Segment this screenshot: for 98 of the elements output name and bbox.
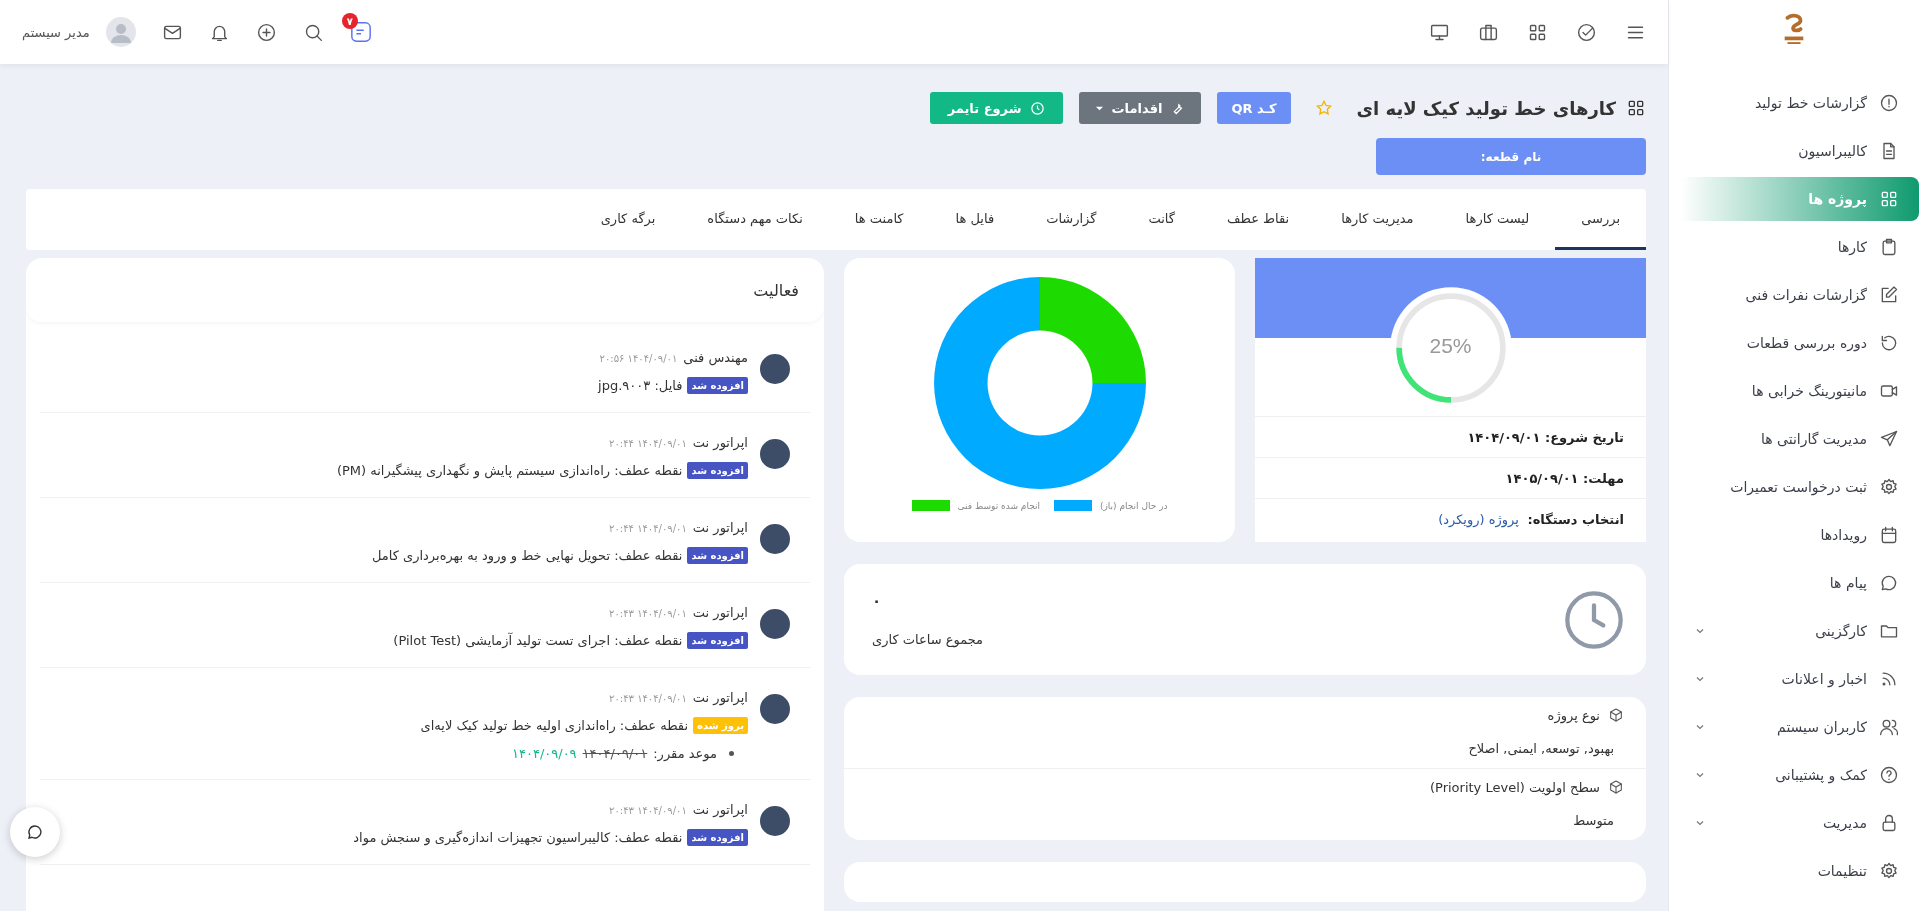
tab[interactable]: نقاط عطف [1201,189,1316,250]
chat-bubble-icon [26,823,44,841]
plus-circle-icon[interactable] [255,21,277,43]
gear-icon [1879,477,1899,497]
part-name-bar: نام قطعه: [1376,138,1646,175]
hours-label: مجموع ساعات کاری [872,632,984,647]
info-label: نوع پروژه [1547,707,1600,723]
sidebar-item[interactable]: رویدادها [1681,513,1919,557]
tab[interactable]: فایل ها [929,189,1021,250]
sidebar-item[interactable]: ثبت درخواست تعمیرات [1681,465,1919,509]
activity-title: فعالیت [753,280,799,300]
check-circle-icon[interactable] [1576,21,1597,43]
star-icon[interactable] [1314,99,1333,117]
grid-icon [1626,98,1646,118]
sidebar-item[interactable]: مانیتورینگ خرابی ها [1681,369,1919,413]
progress-percent: 25% [1429,334,1472,358]
status-badge: بروز شده [693,717,748,734]
status-badge: افزوده شد [687,547,748,564]
legend-label: در حال انجام (باز) [1099,500,1168,511]
settings-icon [1879,861,1899,881]
sidebar-item[interactable]: کارگزینی [1681,609,1919,653]
change-label: موعد مقرر: [653,746,717,761]
rotate-icon [1879,333,1899,353]
info-label: سطح اولویت (Priority Level) [1429,779,1600,795]
old-date: ۱۴۰۴/۰۹/۰۱ [582,746,648,761]
sidebar-item[interactable]: گزارشات خط تولید [1681,81,1919,125]
tab[interactable]: لیست کارها [1439,189,1556,250]
avatar-placeholder [760,354,790,384]
device-link[interactable]: پروژه (رویکرد) [1438,511,1519,527]
status-badge: افزوده شد [687,829,748,846]
actions-button[interactable]: اقدامات [1078,92,1202,124]
chat-button[interactable] [10,807,60,857]
tab[interactable]: برگه کاری [574,189,682,250]
info-value: بهبود, توسعه, ایمنی, اصلاح [1467,741,1615,756]
user-name: اپراتور نت [692,690,748,705]
activity-text: فایل: ۹۰۰۳.jpg [598,378,683,393]
timestamp: ۱۴۰۴/۰۹/۰۱ ۲۰:۴۴ [609,438,687,449]
info-text: انتخاب دستگاه: پروژه (رویکرد) [1438,511,1624,527]
sidebar-item[interactable]: مدیریت [1681,801,1919,845]
user-name: مهندس فنی [683,350,748,365]
sidebar-item[interactable]: کارها [1681,225,1919,269]
paper-plane-icon [1879,429,1899,449]
status-badge: افزوده شد [687,462,748,479]
avatar-placeholder [760,806,790,836]
sidebar-item[interactable]: اخبار و اعلانات [1681,657,1919,701]
avatar-placeholder [760,694,790,724]
user-name: اپراتور نت [692,605,748,620]
users-icon [1879,717,1899,737]
sidebar-item[interactable]: دوره بررسی قطعات [1681,321,1919,365]
user-name: اپراتور نت [692,802,748,817]
legend-label: انجام شده توسط فنی [957,500,1040,511]
chat-bubble-icon [1879,573,1899,593]
tab[interactable]: گانت [1122,189,1202,250]
timestamp: ۱۴۰۴/۰۹/۰۱ ۲۰:۴۴ [609,523,687,534]
info-text: تاریخ شروع: ۱۴۰۴/۰۹/۰۱ [1467,429,1624,445]
tab[interactable]: مدیریت کارها [1315,189,1440,250]
activity-text: نقطه عطف: کالیبراسیون تجهیزات اندازه‌گیری و سنجش مواد [353,830,683,845]
avatar-placeholder [760,609,790,639]
activity-text: نقطه عطف: اجرای تست تولید آزمایشی (Pilot Test) [393,633,683,648]
status-badge: افزوده شد [687,377,748,394]
sidebar-item[interactable]: کالیبراسیون [1681,129,1919,173]
notification-count: ۷ [341,13,358,29]
grid-icon [1879,189,1899,209]
new-date: ۱۴۰۴/۰۹/۰۹ [512,746,577,761]
calendar-icon [1879,525,1899,545]
user-name[interactable]: مدیر سیستم [22,24,90,40]
cube-icon [1608,779,1624,795]
status-badge: افزوده شد [687,632,748,649]
sidebar-item[interactable]: مدیریت گارانتی ها [1681,417,1919,461]
info-text: مهلت: ۱۴۰۵/۰۹/۰۱ [1505,470,1624,486]
sidebar-item[interactable]: گزارشات نفرات فنی [1681,273,1919,317]
page-title: کارهای خط تولید کیک لایه ای [1356,97,1616,119]
tab[interactable]: نکات مهم دستگاه [681,189,829,250]
avatar-placeholder [760,439,790,469]
tab[interactable]: گزارشات [1020,189,1123,250]
sidebar-item[interactable]: تنظیمات [1681,849,1919,893]
tab[interactable]: کامنت ها [828,189,930,250]
cube-icon [1608,707,1624,723]
activity-text: نقطه عطف: راه‌اندازی سیستم پایش و نگهداری پیشگیرانه (PM) [336,463,683,478]
hours-value: ۰ [872,592,882,610]
activity-text: نقطه عطف: راه‌اندازی اولیه خط تولید کیک لایه‌ای [420,718,689,733]
sidebar-item[interactable]: کمک و پشتیبانی [1681,753,1919,797]
info-value: متوسط [1572,813,1615,828]
sidebar-item[interactable]: پیام ها [1681,561,1919,605]
activity-text: نقطه عطف: تحویل نهایی خط و ورود به بهره‌برداری کامل [371,548,683,563]
tab[interactable]: بررسی [1555,189,1646,250]
user-name: اپراتور نت [692,435,748,450]
help-circle-icon [1879,765,1899,785]
timestamp: ۱۴۰۴/۰۹/۰۱ ۲۰:۵۶ [599,353,678,364]
clock-icon [1029,100,1045,116]
timestamp: ۱۴۰۴/۰۹/۰۱ ۲۰:۴۳ [609,608,687,619]
alert-circle-icon [1879,93,1899,113]
timestamp: ۱۴۰۴/۰۹/۰۱ ۲۰:۴۳ [609,693,687,704]
timestamp: ۱۴۰۴/۰۹/۰۱ ۲۰:۴۳ [609,805,687,816]
avatar-placeholder [760,524,790,554]
user-name: اپراتور نت [692,520,748,535]
edit-icon [1879,285,1899,305]
sidebar-item[interactable]: کاربران سیستم [1681,705,1919,749]
